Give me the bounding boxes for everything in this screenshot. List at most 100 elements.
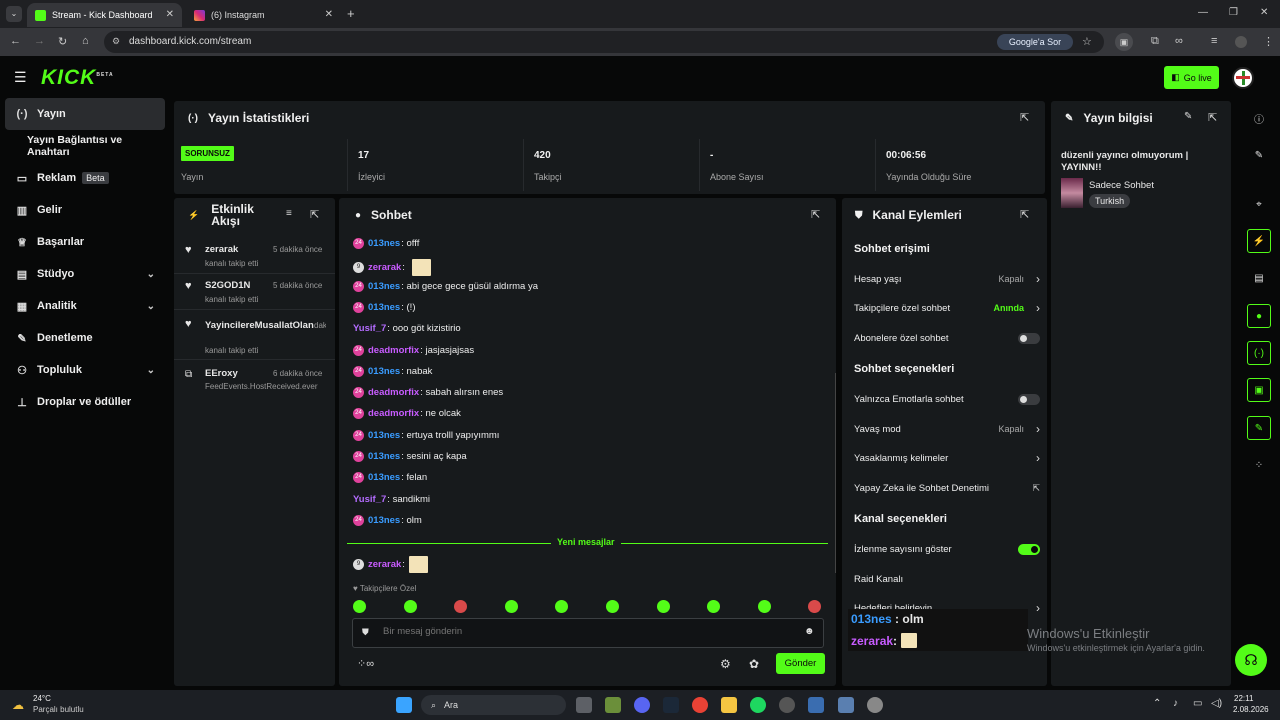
media-control-icon[interactable]: ≡ [1211,35,1217,47]
chat-username[interactable]: 013nes [368,515,400,526]
kick-logo[interactable]: KICKBETA [41,66,114,90]
emote-icon[interactable] [757,600,771,613]
chat-username[interactable]: Yusif_7 [353,494,386,505]
toggle-switch[interactable] [1018,543,1040,555]
discord-icon[interactable] [634,697,650,713]
sidebar-item-yayin[interactable]: (·) Yayın [5,98,165,130]
app-icon[interactable] [779,697,795,713]
lightning-icon[interactable]: ⚡ [1247,229,1271,253]
emoji-icon[interactable]: ☻ [804,626,815,637]
sidebar-item-analitik[interactable]: ▦ Analitik ⌄ [5,290,165,322]
chat-username[interactable]: 013nes [368,451,400,462]
edit-icon[interactable]: ✎ [1184,111,1192,122]
close-tab-icon[interactable]: ✕ [325,9,333,20]
channel-setting-row[interactable]: İzlenme sayısını göster [854,542,1040,556]
sidebar-item-denetleme[interactable]: ✎ Denetleme [5,322,165,354]
layout-icon[interactable]: ▣ [1247,378,1271,402]
emote-icon[interactable] [808,600,822,613]
google-ask-button[interactable]: Google'a Sor [997,34,1073,50]
sidebar-item-gelir[interactable]: ▥ Gelir [5,194,165,226]
chat-username[interactable]: 013nes [368,366,400,377]
tab-instagram[interactable]: (6) Instagram ✕ [186,3,341,27]
toggle-switch[interactable] [1018,332,1040,344]
popout-icon[interactable]: ⇱ [1208,111,1217,124]
emote-icon[interactable] [656,600,670,613]
file-explorer-icon[interactable] [721,697,737,713]
sidebar-item-reklam[interactable]: ▭ Reklam Beta [5,162,165,194]
emote-icon[interactable] [555,600,569,613]
user-avatar[interactable] [1232,67,1254,89]
address-bar[interactable]: ⚙ dashboard.kick.com/stream Google'a Sor… [104,31,1104,53]
volume-icon[interactable]: ◁) [1211,698,1222,709]
wrench-icon[interactable]: ✎ [1247,416,1271,440]
chat-username[interactable]: zerarak [368,262,401,273]
rewards-icon[interactable]: ✿ [749,657,759,671]
taskbar-search[interactable]: ⌕ Ara [421,695,566,715]
channel-setting-row[interactable]: Yavaş mod Kapalı › [854,422,1040,436]
sidebar-item-basarilar[interactable]: ♕ Başarılar [5,226,165,258]
sidebar-item-studyo[interactable]: ▤ Stüdyo ⌄ [5,258,165,290]
extension-icon[interactable]: ▣ [1115,33,1133,51]
back-icon[interactable]: ← [10,35,21,47]
chat-username[interactable]: 013nes [368,472,400,483]
spotify-icon[interactable] [750,697,766,713]
hamburger-menu-icon[interactable]: ☰ [14,69,27,86]
site-info-icon[interactable]: ⚙ [112,36,120,47]
chat-username[interactable]: 013nes [368,302,400,313]
chat-username[interactable]: Yusif_7 [353,323,386,334]
settings-icon[interactable]: ⚙ [720,657,731,671]
channel-setting-row[interactable]: Takipçilere özel sohbet Anında › [854,301,1040,315]
channel-setting-row[interactable]: Abonelere özel sohbet [854,331,1040,345]
bookmark-star-icon[interactable]: ☆ [1082,35,1092,48]
category-thumbnail[interactable] [1061,178,1083,208]
sidebar-item-droplar[interactable]: ⊥ Droplar ve ödüller [5,386,165,418]
chat-bubble-icon[interactable]: ● [1247,304,1271,328]
emote-icon[interactable] [454,600,468,613]
new-tab-icon[interactable]: + [347,6,355,21]
chat-username[interactable]: 013nes [368,281,400,292]
app-icon[interactable] [838,697,854,713]
go-live-button[interactable]: ◧ Go live [1164,66,1219,89]
message-input[interactable] [383,626,783,637]
close-tab-icon[interactable]: ✕ [166,9,174,20]
task-view-icon[interactable] [576,697,592,713]
filter-icon[interactable]: ≡ [286,208,292,219]
emote-icon[interactable] [606,600,619,613]
channel-setting-row[interactable]: Yasaklanmış kelimeler › [854,451,1040,465]
close-window-icon[interactable]: ✕ [1260,7,1268,18]
network-icon[interactable]: ▭ [1193,698,1202,709]
microphone-icon[interactable]: ♪ [1173,698,1178,709]
steam-icon[interactable] [663,697,679,713]
emote-icon[interactable] [403,600,417,613]
settings-icon[interactable] [867,697,883,713]
sidebar-item-stream-key[interactable]: Yayın Bağlantısı ve Anahtarı [5,130,165,162]
tab-kick-dashboard[interactable]: Stream - Kick Dashboard ✕ [27,3,182,27]
category-name[interactable]: Sadece Sohbet [1089,180,1154,191]
tray-chevron-icon[interactable]: ⌃ [1153,698,1161,709]
popout-icon[interactable]: ⇱ [811,208,820,221]
emote-icon[interactable] [353,600,366,613]
popout-icon[interactable]: ⇱ [1020,111,1029,124]
chat-username[interactable]: 013nes [368,430,400,441]
chat-username[interactable]: 013nes [368,238,400,249]
channel-setting-row[interactable]: Hesap yaşı Kapalı › [854,272,1040,286]
maximize-icon[interactable]: ❐ [1229,7,1238,18]
reload-icon[interactable]: ↻ [58,35,67,48]
minimize-icon[interactable]: — [1198,7,1208,18]
document-icon[interactable]: ▤ [1247,266,1271,290]
kick-points-icon[interactable]: ⁘ [1247,453,1271,477]
popout-icon[interactable]: ⇱ [310,208,319,221]
popout-icon[interactable]: ⇱ [1020,208,1029,221]
screenshot-icon[interactable]: ⧉ [1151,35,1159,48]
app-icon[interactable] [808,697,824,713]
send-button[interactable]: Gönder [776,653,825,674]
channel-setting-row[interactable]: Raid Kanalı [854,572,1040,586]
emote-icon[interactable] [504,600,518,613]
sidebar-item-topluluk[interactable]: ⚇ Topluluk ⌄ [5,354,165,386]
forward-icon[interactable]: → [34,35,45,47]
broadcast-icon[interactable]: (·) [1247,341,1271,365]
toggle-switch[interactable] [1018,393,1040,405]
profile-icon[interactable] [1235,36,1247,48]
windows-start-icon[interactable] [396,697,412,713]
info-icon[interactable]: ⓘ [1247,106,1271,130]
